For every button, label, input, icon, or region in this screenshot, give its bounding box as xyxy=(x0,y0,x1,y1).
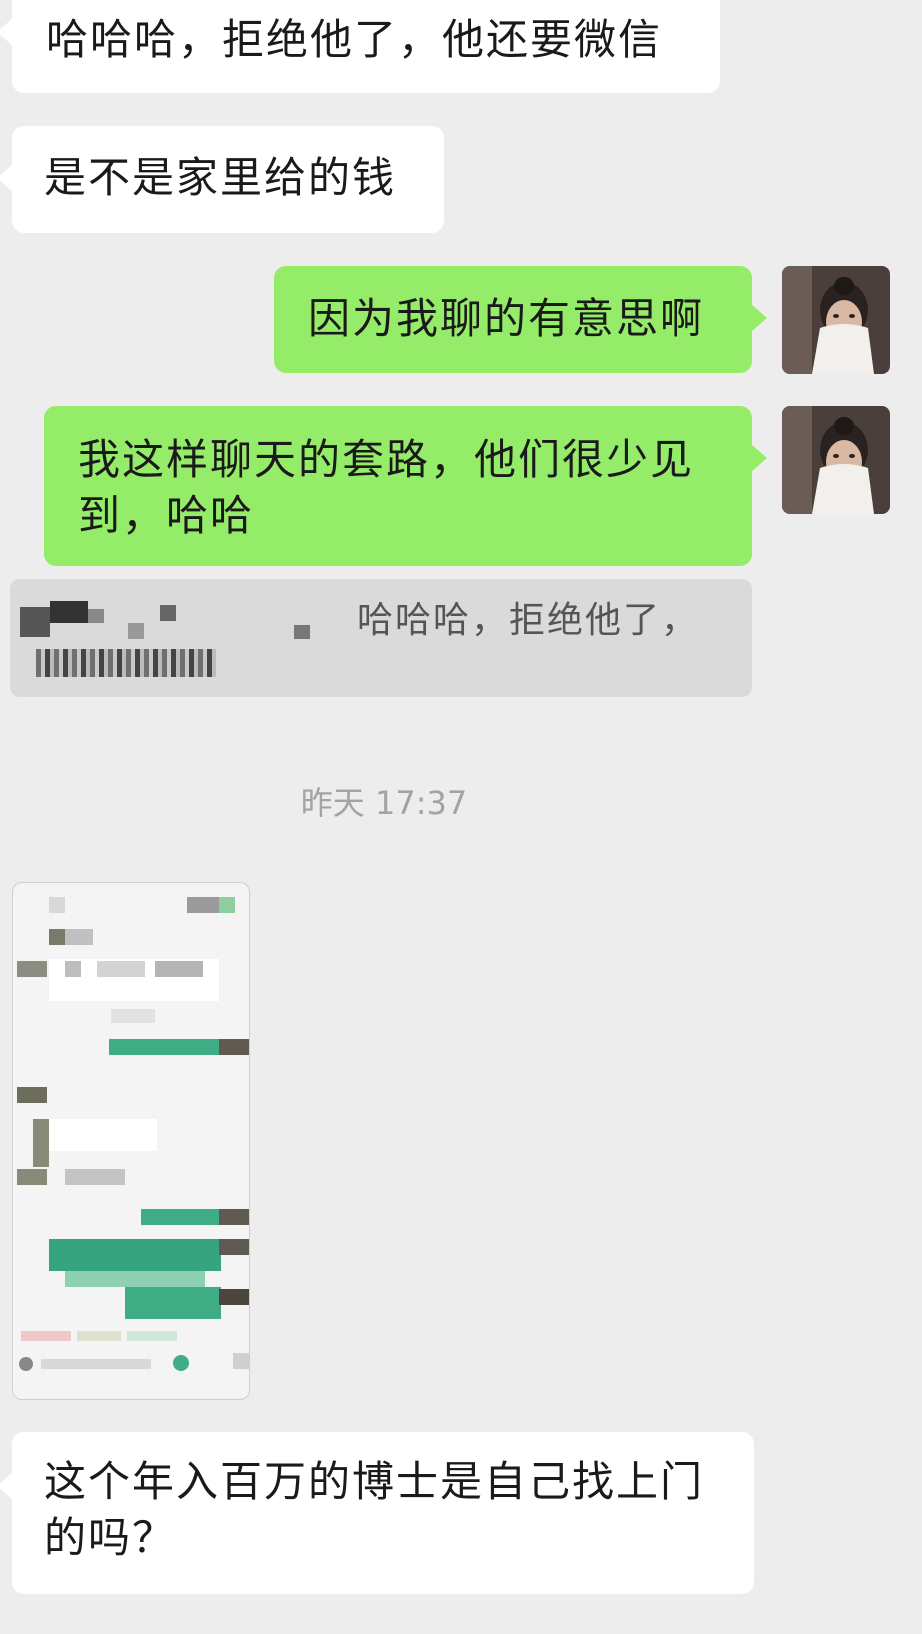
message-bubble-sent[interactable]: 我这样聊天的套路，他们很少见到，哈哈 xyxy=(44,406,767,566)
pixel-block xyxy=(127,1331,177,1341)
pixel-block xyxy=(65,961,81,977)
bubble-tail xyxy=(0,1472,13,1500)
blurred-name xyxy=(294,625,310,639)
message-bubble-received[interactable]: 哈哈哈，拒绝他了，他还要微信 xyxy=(0,0,720,93)
message-bubble-sent[interactable]: 因为我聊的有意思啊 xyxy=(274,266,767,373)
message-bubble-received[interactable]: 是不是家里给的钱 xyxy=(0,126,444,233)
blurred-name xyxy=(88,609,104,623)
pixel-block xyxy=(111,1009,155,1023)
bubble-tail xyxy=(0,164,13,192)
pixel-block xyxy=(49,1239,221,1271)
pixel-block xyxy=(219,1209,249,1225)
pixel-block xyxy=(97,961,145,977)
quoted-message[interactable]: 哈哈哈，拒绝他了， xyxy=(10,579,752,697)
pixel-block xyxy=(77,1331,121,1341)
pixel-block xyxy=(65,1271,205,1287)
pixel-block xyxy=(219,1239,249,1255)
shared-image[interactable] xyxy=(12,882,250,1400)
pixel-block xyxy=(65,1169,125,1185)
avatar-photo-icon xyxy=(782,266,890,374)
pixel-block xyxy=(141,1209,221,1225)
message-text: 这个年入百万的博士是自己找上门的吗？ xyxy=(44,1457,705,1562)
quote-text: 哈哈哈，拒绝他了， xyxy=(357,600,700,641)
pixel-block xyxy=(219,897,235,913)
pixel-block xyxy=(19,1357,33,1371)
message-bubble-received[interactable]: 这个年入百万的博士是自己找上门的吗？ xyxy=(0,1432,754,1594)
pixel-block xyxy=(33,1119,49,1167)
pixel-block xyxy=(219,1289,249,1305)
pixel-block xyxy=(155,961,203,977)
pixel-block xyxy=(187,897,219,913)
user-avatar[interactable] xyxy=(782,406,890,514)
pixel-block xyxy=(49,897,65,913)
bubble-tail xyxy=(0,18,13,46)
message-text: 因为我聊的有意思啊 xyxy=(308,294,705,343)
pixel-block xyxy=(109,1039,219,1055)
avatar-photo-icon xyxy=(782,406,890,514)
blurred-name xyxy=(128,623,144,639)
pixel-block xyxy=(41,1359,151,1369)
pixel-block xyxy=(233,1353,249,1369)
pixel-block xyxy=(125,1287,221,1319)
message-text: 是不是家里给的钱 xyxy=(44,153,397,202)
blurred-text xyxy=(36,649,216,677)
pixel-block xyxy=(219,1039,249,1055)
pixel-block xyxy=(17,1087,47,1103)
timestamp: 昨天 17:37 xyxy=(300,784,468,822)
pixel-block xyxy=(65,929,93,945)
message-text: 我这样聊天的套路，他们很少见到，哈哈 xyxy=(78,435,695,540)
blurred-name xyxy=(160,605,176,621)
message-text: 哈哈哈，拒绝他了，他还要微信 xyxy=(46,15,663,64)
user-avatar[interactable] xyxy=(782,266,890,374)
blurred-name xyxy=(20,607,50,637)
pixel-block xyxy=(17,1169,47,1185)
pixel-block xyxy=(49,929,65,945)
pixel-block xyxy=(49,1119,157,1151)
pixel-block xyxy=(173,1355,189,1371)
bubble-tail xyxy=(751,304,767,332)
pixel-block xyxy=(17,961,47,977)
bubble-tail xyxy=(751,444,767,472)
blurred-name xyxy=(50,601,88,623)
pixel-block xyxy=(21,1331,71,1341)
